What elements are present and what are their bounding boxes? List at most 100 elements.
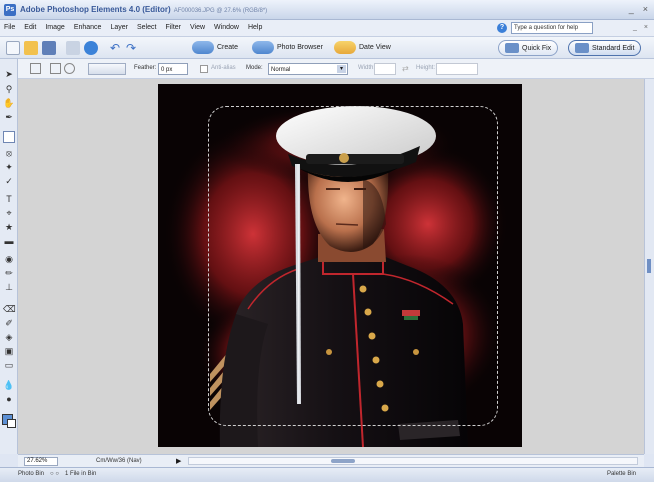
date-view-button[interactable]: Date View (334, 41, 391, 54)
menu-window[interactable]: Window (214, 24, 239, 31)
width-label: Width: (358, 65, 376, 71)
feather-input[interactable]: 0 px (158, 63, 188, 75)
open-folder-icon[interactable] (24, 41, 38, 55)
menu-enhance[interactable]: Enhance (74, 24, 102, 31)
online-services-icon[interactable] (84, 41, 98, 55)
palette-bin-collapsed[interactable] (644, 79, 654, 454)
lasso-tool-icon[interactable]: ⦻ (3, 147, 15, 159)
rect-select-icon[interactable] (50, 63, 61, 74)
selection-brush-tool-icon[interactable]: ✓ (3, 175, 15, 187)
ellipse-select-icon[interactable] (64, 63, 75, 74)
redo-icon[interactable]: ↷ (124, 41, 138, 55)
document-size-text: Cm/Ww/36 (Nav) (96, 458, 142, 464)
horizontal-scrollbar[interactable] (188, 457, 638, 465)
file-info-text: AF000036.JPG @ 27.6% (RGB/8*) (173, 8, 268, 14)
window-title: Adobe Photoshop Elements 4.0 (Editor) AF0… (20, 5, 267, 14)
chevron-down-icon: ▾ (337, 65, 346, 73)
help-icon: ? (497, 23, 507, 33)
cookie-cutter-tool-icon[interactable]: ★ (3, 221, 15, 233)
menu-edit[interactable]: Edit (24, 24, 36, 31)
document-window-controls: _ × (633, 24, 648, 31)
red-eye-tool-icon[interactable]: ◉ (3, 253, 15, 265)
background-color-swatch[interactable] (7, 419, 16, 428)
bin-count-text: 1 File in Bin (64, 471, 97, 477)
close-button[interactable]: × (643, 4, 648, 14)
palette-bin-link[interactable]: Palette Bin (607, 471, 636, 477)
palette-bin-label: Palette Bin (606, 471, 636, 477)
create-button[interactable]: Create (192, 41, 238, 54)
menu-select[interactable]: Select (137, 24, 156, 31)
app-logo-icon: Ps (4, 4, 16, 16)
menu-view[interactable]: View (190, 24, 205, 31)
create-label: Create (217, 44, 239, 51)
menu-filter[interactable]: Filter (165, 24, 181, 31)
tool-options-bar: Feather: 0 px Anti-alias Mode: Normal ▾ … (18, 59, 654, 79)
hand-tool-icon[interactable]: ✋ (3, 97, 15, 109)
zoom-tool-icon[interactable]: ⚲ (3, 83, 15, 95)
height-input[interactable] (436, 63, 478, 75)
doc-minimize-button[interactable]: _ (633, 24, 637, 31)
doc-close-button[interactable]: × (644, 24, 648, 31)
photo-bin-bar: Photo Bin ○ ○ 1 File in Bin Palette Bin (0, 467, 654, 482)
rect-marquee-icon[interactable] (30, 63, 41, 74)
minimize-button[interactable]: _ (629, 4, 634, 14)
marquee-tool-icon[interactable] (3, 131, 15, 143)
paint-bucket-tool-icon[interactable]: ◈ (3, 331, 15, 343)
blur-tool-icon[interactable]: 💧 (3, 379, 15, 391)
help-search-input[interactable]: Type a question for help (511, 22, 593, 34)
shortcuts-bar: ↶ ↷ Create Photo Browser Date View Quick… (0, 37, 654, 59)
window-controls: _ × (629, 4, 648, 14)
menu-file[interactable]: File (4, 24, 15, 31)
save-icon[interactable] (42, 41, 56, 55)
date-view-label: Date View (359, 44, 391, 51)
scroll-thumb[interactable] (331, 459, 355, 463)
straighten-tool-icon[interactable]: ▬ (3, 235, 15, 247)
menu-layer[interactable]: Layer (110, 24, 128, 31)
swap-icon[interactable]: ⇄ (402, 64, 409, 73)
quick-fix-button[interactable]: Quick Fix (498, 40, 559, 56)
status-bar: 27.62% Cm/Ww/36 (Nav) ▶ (18, 454, 644, 467)
width-input[interactable] (374, 63, 396, 75)
photo-bin-label[interactable]: Photo Bin (18, 471, 44, 477)
photo-browser-label: Photo Browser (277, 44, 323, 51)
status-menu-arrow-icon[interactable]: ▶ (176, 457, 181, 465)
document-image[interactable] (158, 84, 522, 447)
undo-icon[interactable]: ↶ (108, 41, 122, 55)
shape-tool-icon[interactable]: ▭ (3, 359, 15, 371)
selection-marquee (208, 106, 498, 426)
move-tool-icon[interactable]: ➤ (3, 68, 15, 80)
menu-image[interactable]: Image (45, 24, 64, 31)
menu-help[interactable]: Help (248, 24, 262, 31)
toolbox: ➤ ⚲ ✋ ✒ ⦻ ✦ ✓ T ⌖ ★ ▬ ◉ ✏ ⊥ ⌫ ✐ ◈ ▣ ▭ 💧 … (0, 59, 18, 454)
type-tool-icon[interactable]: T (3, 193, 15, 205)
eyedropper-tool-icon[interactable]: ✒ (3, 111, 15, 123)
mode-value: Normal (271, 67, 291, 73)
clone-stamp-tool-icon[interactable]: ⊥ (3, 281, 15, 293)
canvas-workspace (18, 79, 644, 454)
brush-tool-icon[interactable]: ✐ (3, 317, 15, 329)
quick-fix-icon (505, 43, 519, 53)
photo-browser-icon (252, 41, 274, 54)
quick-fix-label: Quick Fix (522, 44, 552, 52)
antialias-checkbox[interactable] (200, 65, 208, 73)
magic-wand-tool-icon[interactable]: ✦ (3, 161, 15, 173)
title-bar: Ps Adobe Photoshop Elements 4.0 (Editor)… (0, 0, 654, 20)
mode-select[interactable]: Normal ▾ (268, 63, 348, 75)
gradient-tool-icon[interactable]: ▣ (3, 345, 15, 357)
photo-browser-button[interactable]: Photo Browser (252, 41, 323, 54)
print-icon[interactable] (66, 41, 80, 55)
photo-bin-left: Photo Bin ○ ○ 1 File in Bin (18, 471, 96, 477)
mode-label: Mode: (246, 65, 263, 71)
selection-mode-icons[interactable] (88, 63, 126, 75)
crop-tool-icon[interactable]: ⌖ (3, 207, 15, 219)
standard-edit-button[interactable]: Standard Edit (568, 40, 642, 56)
healing-brush-tool-icon[interactable]: ✏ (3, 267, 15, 279)
standard-edit-label: Standard Edit (592, 44, 635, 52)
palette-bin-toggle-icon[interactable] (647, 259, 651, 273)
zoom-level-field[interactable]: 27.62% (24, 457, 58, 466)
sponge-tool-icon[interactable]: ● (3, 393, 15, 405)
new-file-icon[interactable] (6, 41, 20, 55)
eraser-tool-icon[interactable]: ⌫ (3, 303, 16, 315)
help-search: ? Type a question for help (497, 22, 593, 34)
bin-nav-icons[interactable]: ○ ○ (50, 471, 59, 477)
